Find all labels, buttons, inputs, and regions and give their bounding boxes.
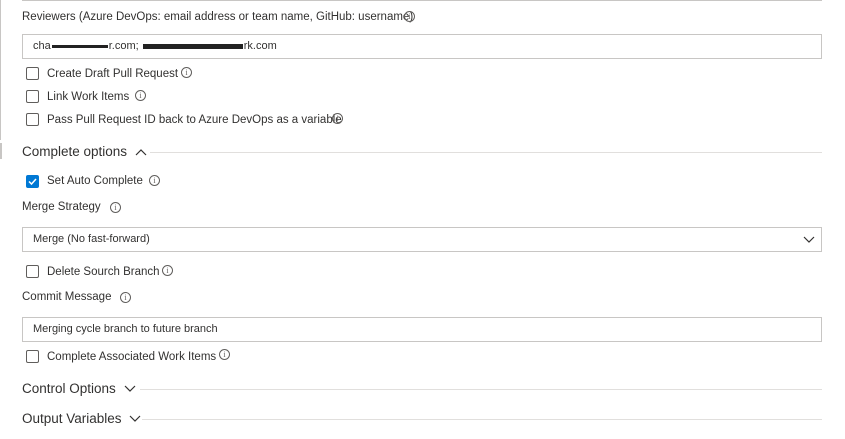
merge-strategy-select[interactable]: Merge (No fast-forward) (22, 227, 822, 252)
link-work-items-label: Link Work Items (47, 91, 130, 103)
commit-message-input[interactable]: Merging cycle branch to future branch (22, 317, 822, 342)
redacted-block-2 (142, 43, 243, 49)
complete-associated-label: Complete Associated Work Items (47, 351, 217, 363)
pass-pr-id-info-icon[interactable]: i (332, 113, 343, 124)
reviewers-input[interactable]: cha r.com; rk.com (22, 34, 822, 59)
merge-strategy-info-icon[interactable]: i (110, 202, 121, 213)
control-options-title: Control Options (22, 381, 116, 396)
output-variables-title: Output Variables (22, 411, 122, 426)
output-variables-divider (142, 419, 822, 420)
left-edge-line (0, 0, 1, 140)
complete-associated-checkbox[interactable] (26, 350, 39, 363)
reviewers-label: Reviewers (Azure DevOps: email address o… (22, 11, 414, 23)
control-options-divider (140, 389, 822, 390)
top-border (22, 0, 822, 1)
set-auto-complete-label: Set Auto Complete (47, 175, 143, 187)
create-draft-pr-info-icon[interactable]: i (181, 67, 192, 78)
commit-message-value: Merging cycle branch to future branch (33, 323, 218, 335)
set-auto-complete-info-icon[interactable]: i (149, 175, 160, 186)
checkmark-icon (28, 178, 37, 186)
merge-strategy-value: Merge (No fast-forward) (33, 233, 150, 245)
complete-options-title: Complete options (22, 144, 128, 159)
create-draft-pr-checkbox[interactable] (26, 67, 39, 80)
chevron-down-icon (803, 236, 815, 243)
control-options-header[interactable]: Control Options (22, 381, 136, 396)
set-auto-complete-checkbox[interactable] (26, 175, 39, 188)
chevron-down-icon (129, 416, 141, 423)
redacted-block-1 (51, 44, 108, 48)
reviewers-value-end: rk.com (243, 40, 277, 52)
create-draft-pr-label: Create Draft Pull Request (47, 68, 179, 80)
reviewers-value-mid: r.com; (108, 40, 142, 52)
delete-source-branch-info-icon[interactable]: i (162, 265, 173, 276)
complete-options-divider (150, 152, 822, 153)
chevron-up-icon (135, 149, 147, 156)
output-variables-header[interactable]: Output Variables (22, 411, 141, 426)
complete-associated-info-icon[interactable]: i (219, 349, 230, 360)
delete-source-branch-label: Delete Sourch Branch (47, 266, 160, 278)
delete-source-branch-checkbox[interactable] (26, 265, 39, 278)
pass-pr-id-label: Pass Pull Request ID back to Azure DevOp… (47, 114, 342, 126)
chevron-down-icon (124, 386, 135, 393)
merge-strategy-label: Merge Strategy (22, 201, 101, 213)
left-edge-mark (0, 143, 2, 159)
reviewers-value-start: cha (33, 40, 51, 52)
commit-message-info-icon[interactable]: i (120, 292, 131, 303)
complete-options-header[interactable]: Complete options (22, 144, 147, 159)
reviewers-info-icon[interactable]: i (404, 11, 415, 22)
pass-pr-id-checkbox[interactable] (26, 113, 39, 126)
link-work-items-checkbox[interactable] (26, 90, 39, 103)
link-work-items-info-icon[interactable]: i (135, 90, 146, 101)
commit-message-label: Commit Message (22, 291, 112, 303)
